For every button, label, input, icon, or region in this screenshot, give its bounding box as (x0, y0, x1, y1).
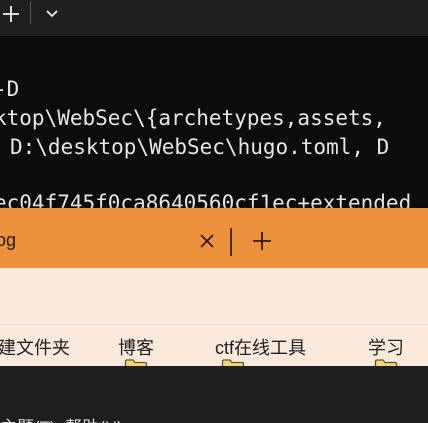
folder-icon (181, 337, 245, 378)
bookmark-label: 学习 (368, 338, 404, 358)
chevron-down-icon[interactable] (42, 4, 62, 24)
terminal-line: ktop\WebSec\{archetypes,assets, (0, 106, 386, 130)
terminal-tab-bar (0, 0, 428, 36)
app-menu-bar[interactable]: 主题(T) 帮助(H) (0, 413, 123, 423)
bookmark-folder-study[interactable]: 学习 (334, 335, 404, 378)
terminal-output[interactable]: -D ktop\WebSec\{archetypes,assets, D:\de… (0, 36, 428, 216)
new-tab-plus-icon[interactable] (251, 230, 273, 252)
terminal-line: D:\desktop\WebSec\hugo.toml, D (10, 135, 390, 159)
browser-tab-bar: og (0, 208, 428, 268)
close-icon[interactable] (199, 233, 215, 249)
address-bar[interactable] (0, 268, 428, 324)
new-tab-plus-icon[interactable] (0, 3, 22, 25)
bookmark-folder-blog[interactable]: 博客 (84, 335, 154, 378)
folder-icon (84, 337, 148, 378)
tab-separator (30, 2, 31, 24)
bookmark-folder-ctf-tools[interactable]: ctf在线工具 (181, 335, 307, 378)
tab-separator (230, 228, 232, 256)
terminal-line: -D (0, 77, 20, 101)
bookmark-label: 博客 (118, 338, 154, 358)
bookmark-label: 建文件夹 (0, 338, 70, 358)
folder-icon (334, 337, 398, 378)
bookmark-label: ctf在线工具 (215, 338, 307, 358)
bookmarks-bar: 建文件夹 博客 ctf在线工具 学习 (0, 324, 428, 378)
tab-title[interactable]: og (0, 230, 16, 251)
bookmark-new-folder[interactable]: 建文件夹 (0, 335, 70, 359)
screen: -D ktop\WebSec\{archetypes,assets, D:\de… (0, 0, 428, 423)
